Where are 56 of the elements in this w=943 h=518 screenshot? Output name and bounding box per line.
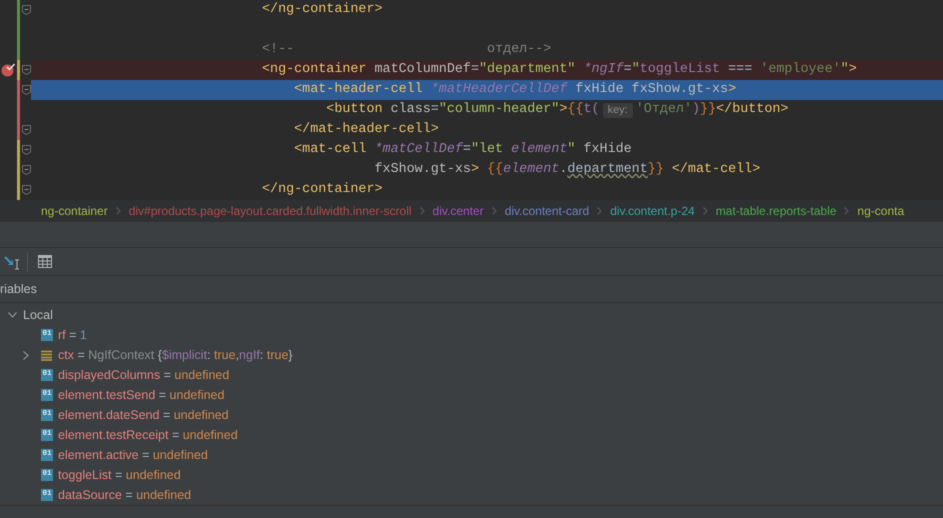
fold-icon[interactable] [22,185,31,195]
code-line: <ng-container matColumnDef="department" *ngIf="toggleList === 'employee'"> [262,60,857,79]
change-marker[interactable] [17,60,20,80]
fold-icon[interactable] [22,145,31,155]
change-marker[interactable] [17,140,20,160]
fold-icon[interactable] [22,125,31,135]
code-line: <button class="column-header">{{t( key: 'Отдел')}}</button> [325,100,788,120]
fold-icon[interactable] [22,5,31,15]
breadcrumb-item[interactable]: ng-conta [857,202,904,220]
variable-entry[interactable]: element.active = undefined [58,446,208,464]
change-marker[interactable] [17,80,20,100]
chevron-icon [420,207,425,215]
breadcrumb-item[interactable]: div.center [432,202,484,220]
change-marker[interactable] [17,100,20,120]
variable-entry[interactable]: element.testSend = undefined [58,386,224,404]
code-line: fxShow.gt-xs> {{element.department}} </mat-cell> [373,160,760,179]
chevron-icon[interactable] [8,312,17,318]
fold-icon[interactable] [22,85,31,95]
breakpoint-icon[interactable] [1,63,16,77]
chevron-icon [597,207,602,215]
change-marker[interactable] [17,160,20,180]
change-marker[interactable] [17,180,20,200]
variable-entry[interactable]: dataSource = undefined [58,486,192,504]
variable-entry[interactable]: element.testReceipt = undefined [58,426,238,444]
chevron-icon [116,207,121,215]
variable-entry[interactable]: ctx = NgIfContext {$implicit: true,ngIf: true} [58,346,293,364]
code-line: </ng-container> [262,180,383,199]
code-comment: <!-- отдел--> [262,40,552,59]
step-to-cursor-icon[interactable] [3,254,20,270]
breadcrumb-item[interactable]: ng-container [41,202,108,220]
change-marker[interactable] [17,0,20,20]
chevron-icon [844,207,850,215]
variable-entry[interactable]: toggleList = undefined [58,466,181,484]
field-list-icon [41,350,52,360]
change-marker[interactable] [17,40,20,60]
code-line: <mat-cell *matCellDef="let element" fxHide [293,140,632,159]
scope-label[interactable]: Local [23,306,53,324]
breadcrumb-item[interactable]: div.content-card [504,202,590,220]
panel-title: riables [0,280,37,298]
code-line: </ng-container> [262,0,383,19]
change-marker[interactable] [17,20,20,40]
code-editor[interactable] [0,0,943,200]
variable-entry[interactable]: displayedColumns = undefined [58,366,230,384]
fold-icon[interactable] [22,165,31,175]
fold-icon[interactable] [22,65,31,75]
code-line: <mat-header-cell *matHeaderCellDef fxHide fxShow.gt-xs> [293,80,736,99]
change-marker[interactable] [17,120,20,140]
chevron-icon [702,207,708,215]
breadcrumb-item[interactable]: div.content.p-24 [610,202,695,220]
chevron-icon [492,207,497,215]
variable-entry[interactable]: element.dateSend = undefined [58,406,229,424]
variable-entry[interactable]: rf = 1 [58,326,87,344]
table-icon[interactable] [38,255,52,268]
code-line: </mat-header-cell> [293,120,439,139]
chevron-icon[interactable] [23,350,29,360]
breadcrumb-item[interactable]: mat-table.reports-table [716,202,836,220]
